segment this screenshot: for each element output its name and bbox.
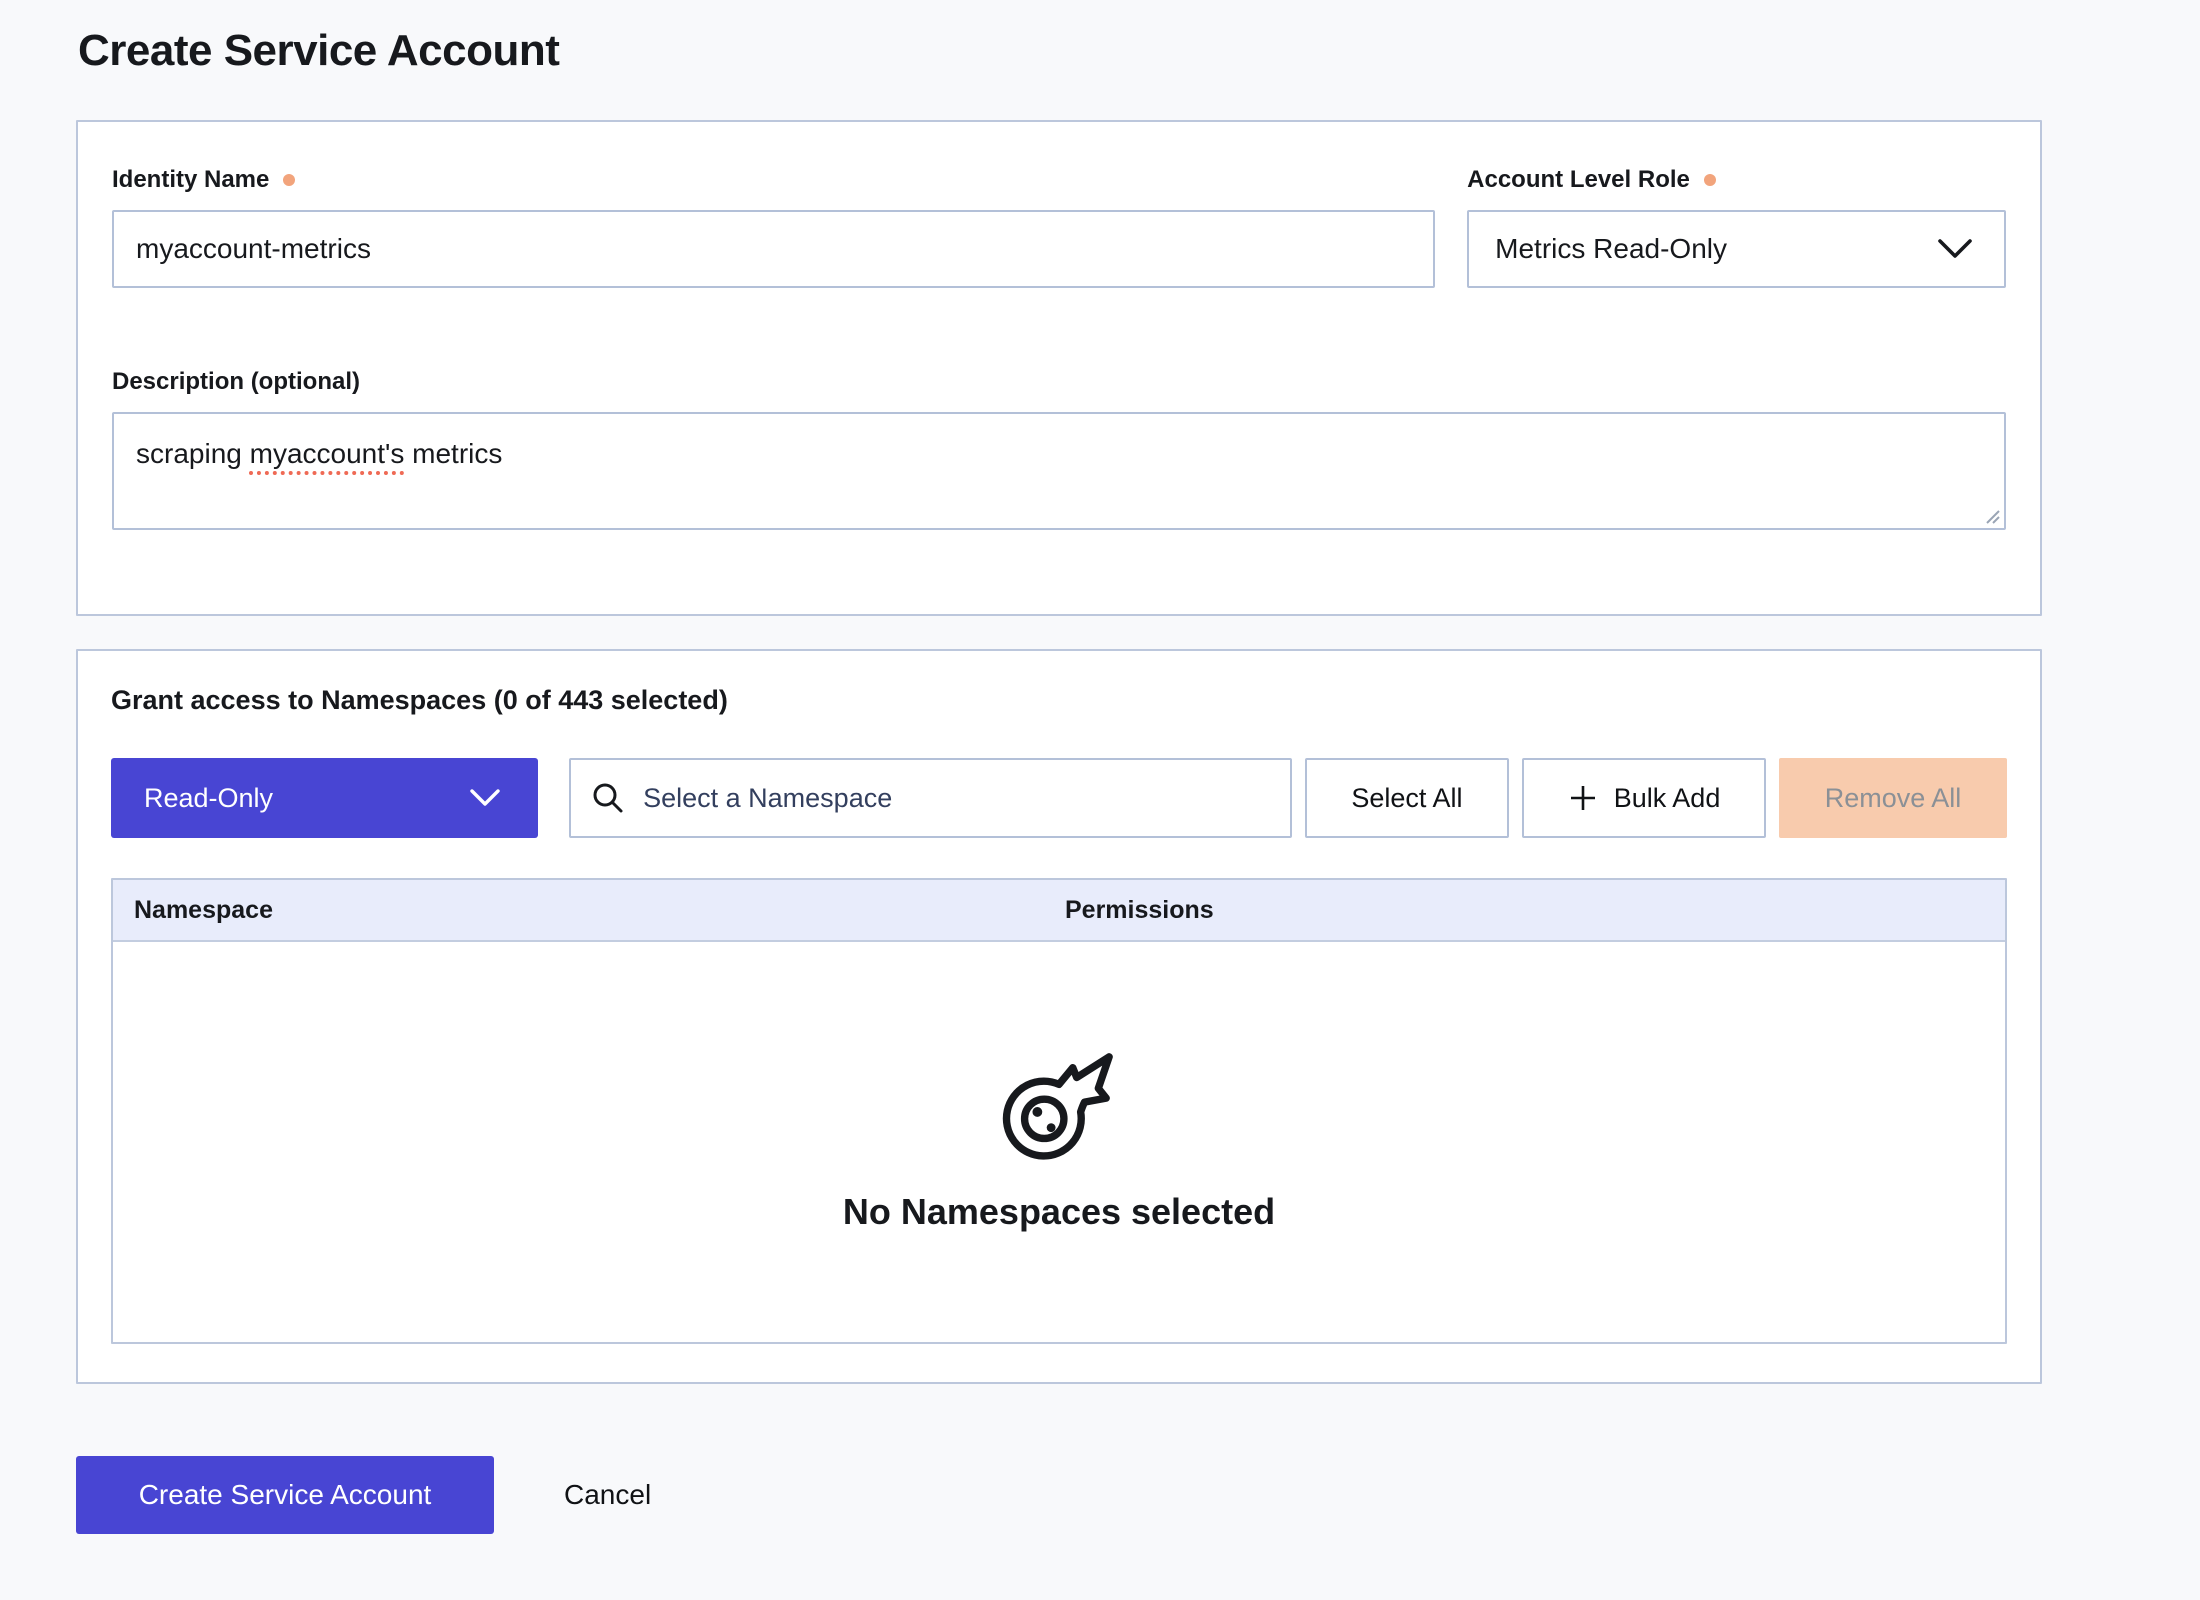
create-service-account-button[interactable]: Create Service Account [76,1456,494,1534]
search-icon [591,781,625,815]
description-field: Description (optional) scraping myaccoun… [112,368,2006,530]
identity-card: Identity Name Account Level Role Metrics… [76,120,2042,616]
identity-name-field: Identity Name [112,166,1435,288]
description-label: Description (optional) [112,368,2006,396]
create-service-account-page: Create Service Account Identity Name Acc… [0,0,2200,1534]
chevron-down-icon [1938,239,1972,259]
description-text: scraping myaccount's metrics [136,438,502,469]
bulk-add-button[interactable]: Bulk Add [1522,758,1766,838]
page-title: Create Service Account [78,26,2200,76]
identity-name-input[interactable] [112,210,1435,288]
namespace-search-box[interactable] [569,758,1292,838]
account-level-role-label: Account Level Role [1467,166,2006,194]
namespaces-card: Grant access to Namespaces (0 of 443 sel… [76,649,2042,1384]
column-header-permissions: Permissions [1065,896,1214,925]
namespaces-section-title: Grant access to Namespaces (0 of 443 sel… [111,685,2007,716]
resize-grip-icon[interactable] [1983,507,2001,525]
role-filter-value: Read-Only [144,783,273,814]
account-level-role-field: Account Level Role Metrics Read-Only [1467,166,2006,288]
bulk-add-label: Bulk Add [1614,783,1721,814]
identity-name-label-text: Identity Name [112,166,269,194]
remove-all-button[interactable]: Remove All [1779,758,2007,838]
chevron-down-icon [470,789,500,807]
namespaces-table: Namespace Permissions No Namespaces sele… [111,878,2007,1344]
required-dot [283,174,295,186]
namespaces-table-header: Namespace Permissions [113,880,2005,942]
account-level-role-value: Metrics Read-Only [1495,233,1727,265]
empty-state-message: No Namespaces selected [843,1191,1275,1233]
namespace-search-input[interactable] [641,782,1272,815]
identity-name-label: Identity Name [112,166,1435,194]
column-header-namespace: Namespace [113,896,1065,925]
form-actions: Create Service Account Cancel [76,1456,2200,1534]
remove-all-label: Remove All [1825,783,1962,814]
plus-icon [1568,783,1598,813]
namespaces-table-body: No Namespaces selected [113,942,2005,1342]
account-level-role-label-text: Account Level Role [1467,166,1690,194]
cancel-button[interactable]: Cancel [558,1478,657,1512]
select-all-label: Select All [1351,783,1462,814]
select-all-button[interactable]: Select All [1305,758,1509,838]
misspelled-word: myaccount's [250,438,405,469]
description-row: Description (optional) scraping myaccoun… [112,368,2006,530]
identity-row: Identity Name Account Level Role Metrics… [112,166,2006,288]
description-textarea[interactable]: scraping myaccount's metrics [112,412,2006,530]
namespaces-toolbar: Read-Only Select All Bulk Add [111,758,2007,838]
comet-icon [1000,1051,1118,1163]
description-label-text: Description (optional) [112,368,360,396]
role-filter-dropdown[interactable]: Read-Only [111,758,538,838]
required-dot [1704,174,1716,186]
account-level-role-select[interactable]: Metrics Read-Only [1467,210,2006,288]
